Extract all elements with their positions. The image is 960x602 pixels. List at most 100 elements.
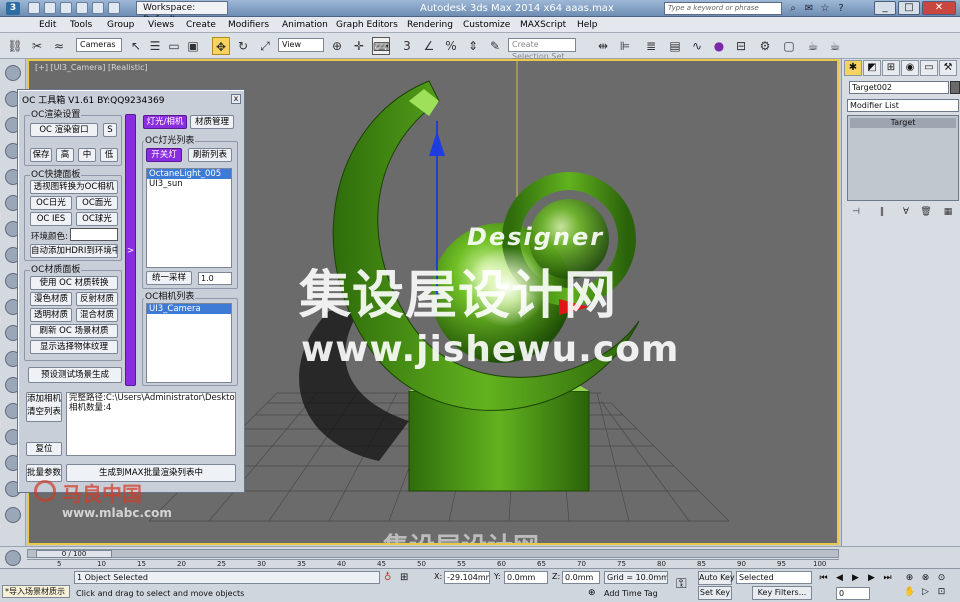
edit-named-selection-icon[interactable]: ✎ <box>486 37 504 55</box>
oc-persp-to-camera-button[interactable]: 透视图转换为OC相机 <box>30 180 118 194</box>
oc-generate-batch-button[interactable]: 生成到MAX批量渲染列表中 <box>66 464 236 482</box>
key-filters-button[interactable]: Key Filters... <box>752 586 812 600</box>
key-icon[interactable]: ⚿ <box>676 575 694 593</box>
list-item[interactable]: OctaneLight_005 <box>147 169 231 179</box>
key-mode-dropdown[interactable]: Selected <box>736 571 812 584</box>
stack-item-target[interactable]: Target <box>850 118 956 128</box>
auto-key-button[interactable]: Auto Key <box>698 571 735 585</box>
zoom-icon[interactable]: ⊕ <box>904 573 915 584</box>
menu-maxscript[interactable]: MAXScript <box>520 18 566 32</box>
play-icon[interactable]: ▶ <box>850 573 861 584</box>
object-name-field[interactable]: Target002 <box>849 81 949 94</box>
minimize-button[interactable]: _ <box>874 1 896 15</box>
tab-lights-cameras[interactable]: 灯光/相机 <box>143 115 187 129</box>
menu-group[interactable]: Group <box>107 18 134 32</box>
redo-icon[interactable] <box>92 2 104 14</box>
oc-clear-list-label[interactable]: 清空列表 <box>27 407 61 417</box>
graphite-ribbon-icon[interactable]: ▤ <box>666 37 684 55</box>
menu-modifiers[interactable]: Modifiers <box>228 18 269 32</box>
material-editor-icon[interactable]: ● <box>710 37 728 55</box>
modify-tab-icon[interactable]: ◩ <box>863 60 881 76</box>
render-iterative-icon[interactable]: ☕ <box>826 37 844 55</box>
prev-frame-icon[interactable]: ◀ <box>834 573 845 584</box>
angle-snap-icon[interactable]: ∠ <box>420 37 438 55</box>
rect-selection-icon[interactable]: ▭ <box>165 37 183 55</box>
selection-set-dropdown[interactable]: Create Selection Set <box>508 38 576 61</box>
menu-views[interactable]: Views <box>148 18 174 32</box>
oc-ies-button[interactable]: OC IES <box>30 212 72 226</box>
oc-add-camera-button[interactable]: 添加相机 清空列表 <box>26 392 62 422</box>
bind-space-warp-icon[interactable]: ≈ <box>50 37 68 55</box>
oc-save-button[interactable]: 保存 <box>30 148 52 162</box>
pivot-center-icon[interactable]: ⊕ <box>328 37 346 55</box>
close-button[interactable]: ✕ <box>922 1 956 15</box>
undo-icon[interactable] <box>76 2 88 14</box>
oc-camera-list[interactable]: UI3_Camera <box>146 303 232 383</box>
menu-rendering[interactable]: Rendering <box>407 18 453 32</box>
unlink-icon[interactable]: ✂ <box>28 37 46 55</box>
z-coordinate-field[interactable]: 0.0mm <box>562 571 600 584</box>
workspace-dropdown[interactable]: Workspace: Default <box>136 1 228 25</box>
motion-tab-icon[interactable]: ◉ <box>901 60 919 76</box>
goto-end-icon[interactable]: ⏭ <box>882 573 893 584</box>
oc-expand-arrow-button[interactable]: > <box>125 114 136 386</box>
goto-start-icon[interactable]: ⏮ <box>818 573 829 584</box>
oc-s-button[interactable]: S <box>103 123 117 137</box>
oc-toolbox-dialog[interactable]: OC 工具箱 V1.61 BY:QQ9234369 x OC渲染设置 OC 渲染… <box>17 89 245 493</box>
remove-modifier-icon[interactable]: 🗑 <box>919 205 933 219</box>
project-folder-icon[interactable] <box>108 2 120 14</box>
maximize-viewport-icon[interactable]: ⊡ <box>936 587 947 598</box>
rendered-frame-window-icon[interactable]: ▢ <box>780 37 798 55</box>
menu-graph-editors[interactable]: Graph Editors <box>336 18 398 32</box>
menu-customize[interactable]: Customize <box>463 18 510 32</box>
schematic-view-icon[interactable]: ⊟ <box>732 37 750 55</box>
oc-refresh-scene-button[interactable]: 刷新 OC 场景材质 <box>30 324 118 338</box>
open-file-icon[interactable] <box>44 2 56 14</box>
mirror-icon[interactable]: ⇹ <box>594 37 612 55</box>
select-move-icon[interactable]: ✥ <box>212 37 230 55</box>
oc-reset-button[interactable]: 复位 <box>26 442 62 456</box>
y-coordinate-field[interactable]: 0.0mm <box>504 571 548 584</box>
render-production-icon[interactable]: ☕ <box>804 37 822 55</box>
oc-area-light-button[interactable]: OC面光 <box>76 196 118 210</box>
orbit-icon[interactable]: ⊙ <box>936 573 947 584</box>
favorites-star-icon[interactable]: ☆ <box>818 2 832 15</box>
search-input[interactable]: Type a keyword or phrase <box>664 2 782 15</box>
list-item[interactable]: UI3_sun <box>147 179 231 189</box>
subscription-icon[interactable]: ✉ <box>802 2 816 15</box>
menu-help[interactable]: Help <box>577 18 598 32</box>
add-time-tag[interactable]: Add Time Tag <box>604 588 658 600</box>
select-object-icon[interactable]: ↖ <box>127 37 145 55</box>
new-file-icon[interactable] <box>28 2 40 14</box>
oc-use-material-button[interactable]: 使用 OC 材质转换 <box>30 276 118 290</box>
link-icon[interactable]: ⛓ <box>6 37 24 55</box>
oc-low-button[interactable]: 低 <box>100 148 118 162</box>
oc-sun-button[interactable]: OC日光 <box>30 196 72 210</box>
snap-toggle-icon[interactable]: 3 <box>398 37 416 55</box>
oc-show-texture-button[interactable]: 显示选择物体纹理 <box>30 340 118 354</box>
oc-sample-spinner[interactable]: 1.0 <box>198 272 232 285</box>
spinner-snap-icon[interactable]: ⇕ <box>464 37 482 55</box>
menu-edit[interactable]: Edit <box>39 18 56 32</box>
binoculars-icon[interactable]: ⌕ <box>786 2 800 15</box>
display-tab-icon[interactable]: ▭ <box>920 60 938 76</box>
select-manipulate-icon[interactable]: ✛ <box>350 37 368 55</box>
oc-light-list[interactable]: OctaneLight_005 UI3_sun <box>146 168 232 268</box>
pan-icon[interactable]: ✋ <box>904 587 915 598</box>
oc-uniform-sample-button[interactable]: 统一采样 <box>146 271 192 285</box>
modifier-list-dropdown[interactable]: Modifier List <box>847 99 959 112</box>
select-rotate-icon[interactable]: ↻ <box>234 37 252 55</box>
window-crossing-icon[interactable]: ▣ <box>184 37 202 55</box>
time-tag-icon[interactable]: ⊕ <box>588 587 598 599</box>
oc-transparent-button[interactable]: 透明材质 <box>30 308 72 322</box>
show-end-result-icon[interactable]: ‖ <box>875 205 889 219</box>
make-unique-icon[interactable]: ∀ <box>899 205 913 219</box>
menu-tools[interactable]: Tools <box>70 18 92 32</box>
percent-snap-icon[interactable]: % <box>442 37 460 55</box>
oc-reflect-button[interactable]: 反射材质 <box>76 292 118 306</box>
oc-diffuse-button[interactable]: 漫色材质 <box>30 292 72 306</box>
menu-animation[interactable]: Animation <box>282 18 328 32</box>
oc-switch-light-button[interactable]: 开关灯 <box>146 148 182 162</box>
menu-create[interactable]: Create <box>186 18 216 32</box>
oc-render-window-button[interactable]: OC 渲染窗口 <box>30 123 98 137</box>
